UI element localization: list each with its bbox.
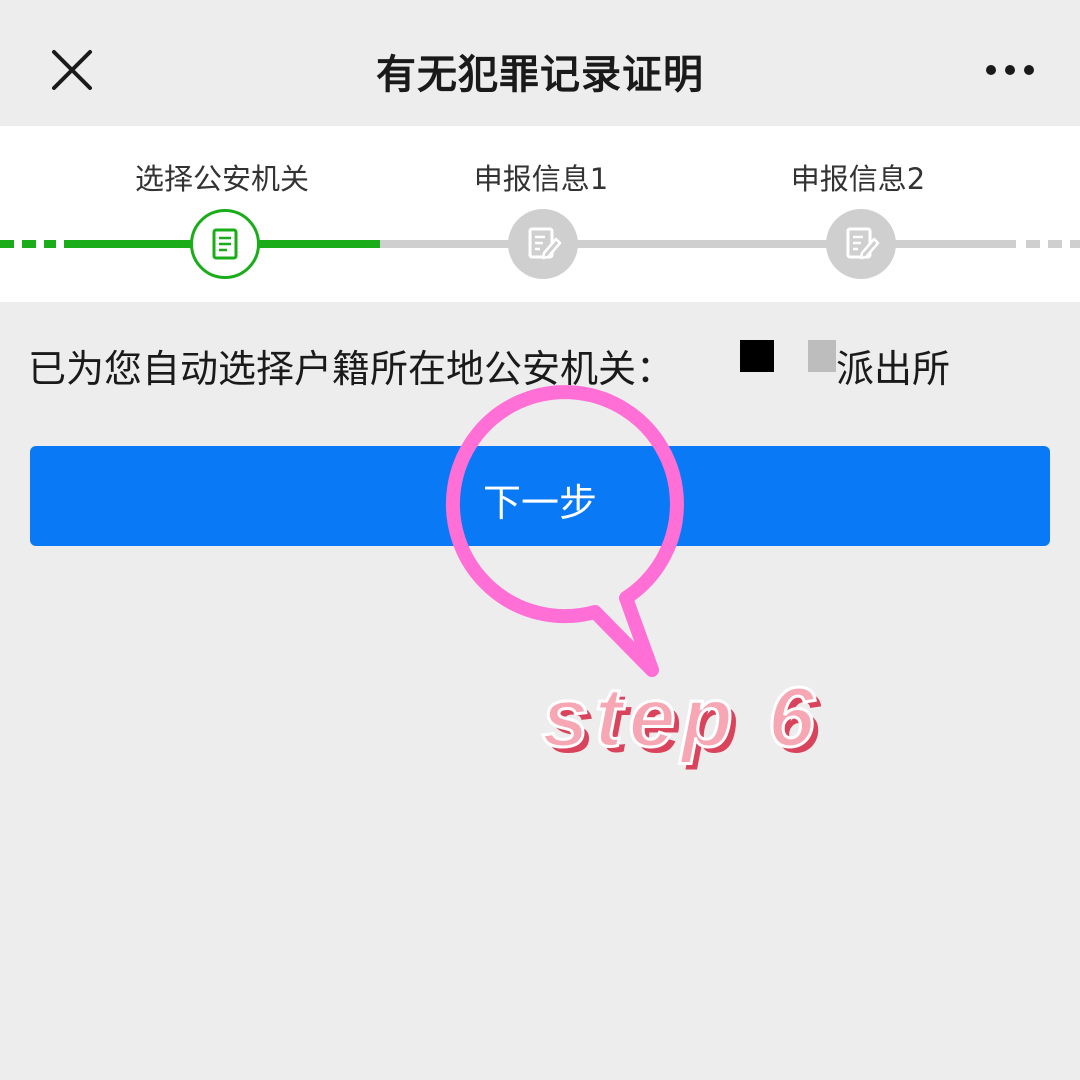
page: 有无犯罪记录证明 选择公安机关 申报信息1 申报信息2 已为您自动选择户籍所在地… — [0, 0, 1080, 1080]
step-label-3: 申报信息2 — [790, 162, 926, 196]
svg-text:step 6: step 6 — [542, 670, 821, 764]
more-horizontal-icon[interactable] — [982, 58, 1038, 82]
redaction-block — [808, 340, 836, 372]
step-annotation-label: step 6 step 6 — [541, 669, 827, 771]
step-label-1: 选择公安机关 — [134, 162, 310, 196]
redaction-block — [740, 340, 774, 372]
edit-document-icon[interactable] — [826, 209, 896, 279]
step-label-2: 申报信息1 — [473, 162, 609, 196]
svg-text:step 6: step 6 — [548, 676, 827, 770]
auto-select-info: 已为您自动选择户籍所在地公安机关： — [28, 347, 675, 391]
next-step-label: 下一步 — [482, 481, 597, 525]
page-title: 有无犯罪记录证明 — [376, 52, 704, 98]
top-bar: 有无犯罪记录证明 — [0, 0, 1080, 126]
police-station-suffix: 派出所 — [836, 347, 951, 391]
step-progress: 选择公安机关 申报信息1 申报信息2 — [0, 126, 1080, 302]
edit-document-icon[interactable] — [508, 209, 578, 279]
next-step-button[interactable]: 下一步 — [30, 446, 1050, 546]
document-icon[interactable] — [190, 209, 260, 279]
